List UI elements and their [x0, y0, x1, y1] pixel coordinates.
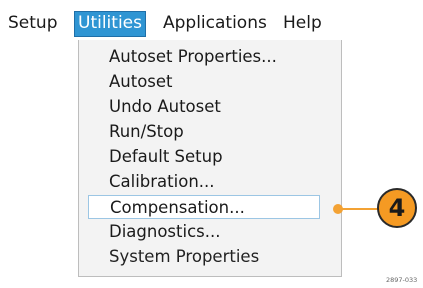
- menu-bar: Setup Utilities Applications Help: [0, 8, 423, 40]
- callout-leader-line: [338, 208, 378, 210]
- menu-item-run-stop[interactable]: Run/Stop: [109, 120, 184, 144]
- figure-code: 2897-033: [386, 276, 418, 284]
- menu-item-default-setup[interactable]: Default Setup: [109, 145, 223, 169]
- menu-item-autoset[interactable]: Autoset: [109, 70, 173, 94]
- menu-item-calibration[interactable]: Calibration...: [109, 170, 215, 194]
- menu-setup[interactable]: Setup: [5, 11, 60, 35]
- callout-number-badge: 4: [377, 188, 417, 228]
- menu-item-autoset-properties[interactable]: Autoset Properties...: [109, 45, 277, 69]
- callout-leader-dot: [333, 204, 343, 214]
- menu-help[interactable]: Help: [280, 11, 325, 35]
- menu-applications[interactable]: Applications: [160, 11, 270, 35]
- menu-item-compensation[interactable]: Compensation...: [88, 195, 320, 219]
- menu-utilities[interactable]: Utilities: [74, 11, 146, 37]
- utilities-dropdown-menu: Autoset Properties... Autoset Undo Autos…: [78, 40, 342, 277]
- menu-item-diagnostics[interactable]: Diagnostics...: [109, 220, 220, 244]
- menu-item-system-properties[interactable]: System Properties: [109, 245, 259, 269]
- menu-item-undo-autoset[interactable]: Undo Autoset: [109, 95, 221, 119]
